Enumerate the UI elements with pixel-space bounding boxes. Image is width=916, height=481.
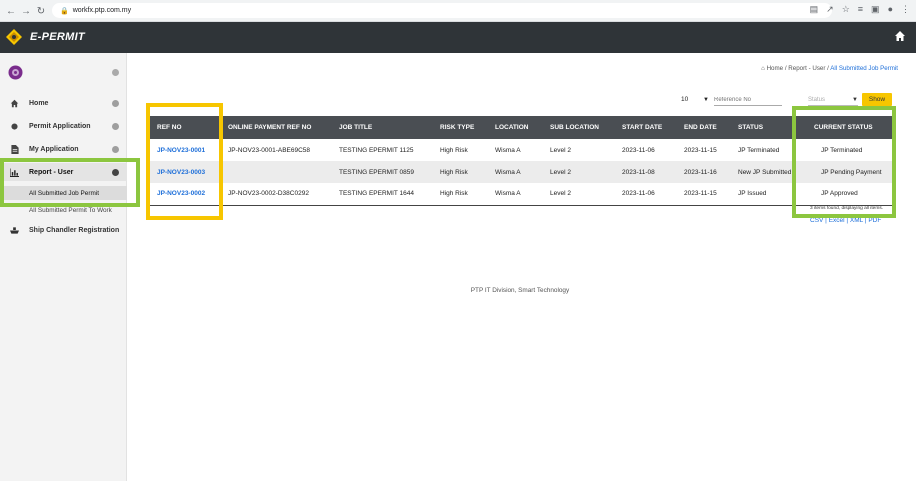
sidebar-item-ship-chandler-registration[interactable]: Ship Chandler Registration <box>0 221 127 239</box>
table-row: JP-NOV23-0003 TESTING EPERMIT 0859 High … <box>150 161 893 183</box>
share-icon[interactable]: ↗ <box>826 4 834 15</box>
home-icon <box>10 99 19 108</box>
job-permit-table: REF NO ONLINE PAYMENT REF NO JOB TITLE R… <box>150 116 893 206</box>
export-excel-link[interactable]: Excel <box>829 217 845 224</box>
breadcrumb-home[interactable]: Home <box>767 65 784 72</box>
end-date-cell: 2023-11-15 <box>684 146 717 154</box>
payment-ref-cell <box>221 161 332 183</box>
payment-ref-cell: JP-NOV23-0001-ABE69C58 <box>228 146 311 154</box>
table-row: JP-NOV23-0001 JP-NOV23-0001-ABE69C58 TES… <box>150 139 893 161</box>
home-icon: ⌂ <box>761 65 765 72</box>
app-title: E-PERMIT <box>30 31 85 43</box>
payment-ref-cell: JP-NOV23-0002-D38C0292 <box>221 183 332 206</box>
translate-icon[interactable]: ▤ <box>810 4 819 15</box>
organization-logo-icon <box>8 65 23 80</box>
url-text: workfx.ptp.com.my <box>72 7 132 14</box>
browser-toolbar: ← → ↻ 🔒 workfx.ptp.com.my ▤ ↗ ☆ ≡ ▣ ● ⋮ <box>0 0 916 22</box>
export-pdf-link[interactable]: PDF <box>868 217 881 224</box>
column-header[interactable]: SUB LOCATION <box>543 116 615 139</box>
star-icon[interactable]: ☆ <box>842 4 850 15</box>
profile-icon[interactable]: ● <box>888 4 893 15</box>
reference-no-input[interactable] <box>714 94 782 106</box>
sidebar-item-my-application[interactable]: My Application <box>0 140 127 158</box>
expand-icon[interactable] <box>112 99 119 107</box>
job-title-cell: TESTING EPERMIT 1125 <box>339 146 414 154</box>
sidebar-toggle-icon[interactable] <box>112 69 119 76</box>
expand-icon[interactable] <box>112 122 119 130</box>
column-header[interactable]: END DATE <box>677 116 731 139</box>
sub-location-cell: Level 2 <box>550 146 571 154</box>
location-cell: Wisma A <box>488 183 543 206</box>
ship-icon <box>10 226 19 235</box>
sidebar-item-label: Ship Chandler Registration <box>29 226 120 234</box>
sub-location-cell: Level 2 <box>543 183 615 206</box>
page-size-value: 10 <box>681 96 689 103</box>
sidebar: Home Permit Application My Application R… <box>0 53 127 481</box>
lock-icon: 🔒 <box>60 7 69 15</box>
end-date-cell: 2023-11-16 <box>684 168 717 176</box>
export-csv-link[interactable]: CSV <box>810 217 823 224</box>
end-date-cell: 2023-11-15 <box>677 183 731 206</box>
sidebar-item-label: Permit Application <box>29 122 91 130</box>
show-button[interactable]: Show <box>862 93 892 106</box>
breadcrumb-report-user[interactable]: Report - User <box>788 65 825 72</box>
risk-type-cell: High Risk <box>440 146 468 154</box>
start-date-cell: 2023-11-08 <box>622 168 655 176</box>
app-header: E-PERMIT <box>0 22 916 53</box>
menu-icon[interactable]: ⋮ <box>901 4 910 15</box>
forward-arrow-icon[interactable]: → <box>19 4 33 18</box>
current-status-highlight-box <box>792 106 896 218</box>
start-date-cell: 2023-11-06 <box>615 183 677 206</box>
back-arrow-icon[interactable]: ← <box>4 4 18 18</box>
extensions-icon[interactable]: ≡ <box>858 4 863 15</box>
table-header-row: REF NO ONLINE PAYMENT REF NO JOB TITLE R… <box>150 116 893 139</box>
column-header[interactable]: ONLINE PAYMENT REF NO <box>221 116 332 139</box>
home-icon[interactable] <box>894 30 906 42</box>
document-icon <box>10 144 19 154</box>
reload-icon[interactable]: ↻ <box>34 4 48 18</box>
export-xml-link[interactable]: XML <box>850 217 863 224</box>
location-cell: Wisma A <box>495 146 521 154</box>
table-row: JP-NOV23-0002 JP-NOV23-0002-D38C0292 TES… <box>150 183 893 206</box>
risk-type-cell: High Risk <box>440 168 468 176</box>
start-date-cell: 2023-11-06 <box>622 146 655 154</box>
location-cell: Wisma A <box>495 168 521 176</box>
circle-icon <box>10 122 19 131</box>
epermit-logo-icon <box>6 29 22 45</box>
column-header[interactable]: JOB TITLE <box>332 116 433 139</box>
chevron-down-icon: ▼ <box>703 96 709 103</box>
sidebar-item-permit-application[interactable]: Permit Application <box>0 117 127 135</box>
expand-icon[interactable] <box>112 145 119 153</box>
page-size-select[interactable]: 10 ▼ <box>681 94 709 105</box>
sub-location-cell: Level 2 <box>550 168 571 176</box>
sidebar-item-label: My Application <box>29 145 79 153</box>
column-header[interactable]: LOCATION <box>488 116 543 139</box>
report-menu-highlight-box <box>0 158 140 207</box>
export-links: CSV | Excel | XML | PDF <box>810 217 881 224</box>
page-footer: PTP IT Division, Smart Technology <box>470 287 570 294</box>
job-title-cell: TESTING EPERMIT 1644 <box>332 183 433 206</box>
sidebar-item-label: Home <box>29 99 49 107</box>
breadcrumb: ⌂ Home / Report - User / All Submitted J… <box>600 65 898 72</box>
column-header[interactable]: RISK TYPE <box>433 116 488 139</box>
risk-type-cell: High Risk <box>433 183 488 206</box>
column-header[interactable]: START DATE <box>615 116 677 139</box>
status-select[interactable]: Status ▼ <box>808 94 858 106</box>
job-title-cell: TESTING EPERMIT 0859 <box>339 168 415 176</box>
browser-actions: ▤ ↗ ☆ ≡ ▣ ● ⋮ <box>810 4 910 15</box>
address-bar[interactable]: 🔒 workfx.ptp.com.my <box>52 3 832 18</box>
breadcrumb-current: All Submitted Job Permit <box>830 65 898 72</box>
sidepanel-icon[interactable]: ▣ <box>871 4 880 15</box>
sidebar-item-home[interactable]: Home <box>0 94 127 112</box>
ref-no-highlight-box <box>146 103 223 220</box>
chevron-down-icon: ▼ <box>852 96 858 103</box>
status-placeholder: Status <box>808 96 826 103</box>
